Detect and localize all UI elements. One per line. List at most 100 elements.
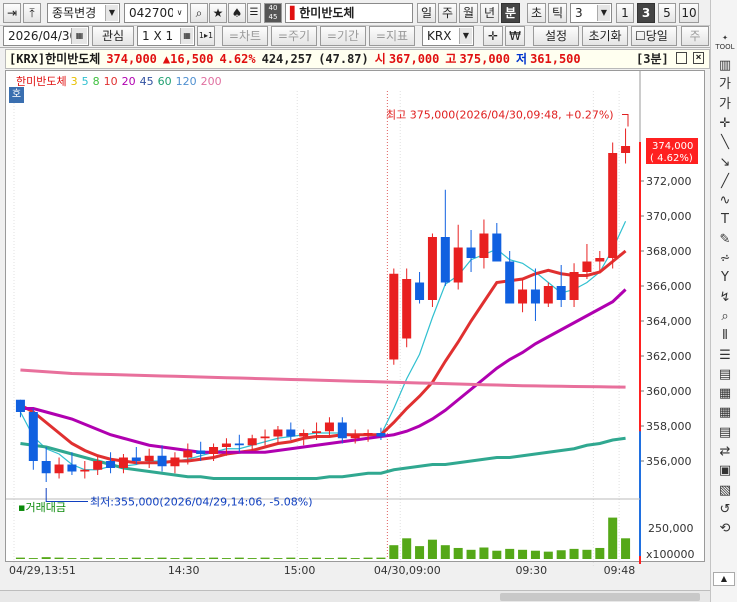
horizontal-scrollbar[interactable] [0,590,710,602]
settings-button[interactable]: 설정 [533,26,579,46]
step-1[interactable]: 1 [616,3,634,23]
volume-bar [505,548,515,559]
period-tick[interactable]: 틱 [548,3,567,23]
period-month[interactable]: 월 [459,3,478,23]
period-week[interactable]: 주 [438,3,457,23]
chart-button[interactable]: =차트 [222,26,268,46]
price-chart[interactable]: 356,000 358,000 360,000 362,000 364,000 366,0… [5,70,705,577]
pattern-icon[interactable]: ⩫ [715,249,735,269]
range-button[interactable]: =기간 [320,26,366,46]
candle-body [595,258,605,262]
reset-button[interactable]: 초기화 [582,26,628,46]
y-tick-label: 368,000 [646,245,692,258]
cycle-button[interactable]: =주기 [271,26,317,46]
line-icon[interactable]: ╲ [715,133,735,153]
step-10[interactable]: 10 [679,3,699,23]
doc-icon[interactable]: ▤ [715,423,735,443]
candle-body [157,455,167,467]
table-icon[interactable]: ▦ [715,384,735,404]
drawing-toolbar: ✦ TOOL ▥ 가 가 ✛ ╲ ↘ ╱ ∿ T ✎ ⩫ Y ↯ ⌕ ⫴ ☰ ▤ ▦ ▦ ▤ ⇄ ▣ ▧ ↺ ⟲ ▲ [710,0,737,602]
eraser-icon[interactable]: ✎ [715,230,735,250]
scroll-up-icon[interactable]: ▲ [713,572,735,586]
period-minute[interactable]: 분 [501,3,520,23]
candle-body [196,450,206,454]
volume-bar [221,558,231,559]
report-icon[interactable]: ▤ [715,365,735,385]
volume-bar [415,546,425,559]
mode-select[interactable]: 종목변경 ▼ [47,3,120,23]
period-year[interactable]: 년 [480,3,499,23]
interval-select[interactable]: 3 ▼ [570,3,612,23]
y-tick-label: 362,000 [646,350,692,363]
crosshair-icon[interactable]: ✛ [483,26,503,46]
candle-body [312,431,322,433]
today-toggle[interactable]: ☐당일 [631,26,677,46]
home-icon[interactable]: 호 [9,87,24,103]
volume-bar [608,517,618,559]
list-icon[interactable]: ☰ [715,346,735,366]
step-5[interactable]: 5 [658,3,676,23]
grid-icon[interactable]: ▦ [715,403,735,423]
volume-bar [118,558,128,559]
market-select[interactable]: KRX ▼ [422,26,474,46]
pin-icon[interactable]: ⤒ [23,3,41,23]
period-day[interactable]: 일 [417,3,436,23]
text-box-icon[interactable]: 가 [715,95,735,115]
candle-body [28,412,38,461]
undo-icon[interactable]: ↺ [715,500,735,520]
stock-name-field[interactable]: ▌한미반도체 [285,3,413,23]
star-icon[interactable]: ★ [209,3,227,23]
ma-line-200 [20,368,626,389]
volume-bar [183,557,193,559]
candle-body [363,433,373,435]
step-3[interactable]: 3 [637,3,655,23]
volume-bar [363,557,373,559]
prev-icon[interactable]: ⇥ [3,3,21,23]
window-icon[interactable] [676,52,687,64]
more-button[interactable]: 주 [681,26,709,46]
volume-bar [427,539,437,559]
chevron-down-icon: ▼ [105,5,118,21]
volume-tick-label: 250,000 [648,522,694,535]
diagonal-icon[interactable]: ╱ [715,172,735,192]
watch-button[interactable]: 관심 [92,26,134,46]
period-second[interactable]: 초 [527,3,546,23]
volume-bar [492,550,502,559]
trend-icon[interactable]: ∿ [715,191,735,211]
candle-body [93,461,103,470]
candle-body [260,436,270,439]
low-label: 저 [516,52,528,66]
bar-chart-icon[interactable]: ▥ [715,56,735,76]
list-icon[interactable]: ☰ [247,3,261,23]
tool-menu-icon[interactable]: ✦ TOOL [715,34,735,54]
image-icon[interactable]: ▣ [715,461,735,481]
scrollbar-thumb[interactable] [500,593,700,601]
legend-ma-45: 45 [139,75,154,88]
ray-icon[interactable]: ↘ [715,153,735,173]
chevron-down-icon: ▼ [597,5,610,21]
date-input[interactable]: 2026/04/30 ▦ [3,26,89,46]
text-tool-icon[interactable]: T [715,210,735,230]
layers-icon[interactable]: ▧ [715,481,735,501]
arrow-icon[interactable]: ↯ [715,288,735,308]
vertical-icon[interactable]: ⫴ [715,326,735,346]
volume-bar [543,551,553,559]
close-icon[interactable]: × [693,52,704,64]
krw-button[interactable]: ₩ [505,26,525,46]
crosshair-icon[interactable]: ✛ [715,114,735,134]
price-scale-bar-blue [639,431,641,556]
layout-select[interactable]: 1 X 1 ▦ [137,26,195,46]
fork-icon[interactable]: Y [715,268,735,288]
redo-icon[interactable]: ⟲ [715,519,735,539]
indicator-button[interactable]: =지표 [369,26,415,46]
updown-icon[interactable]: ♠ [228,3,246,23]
text-icon[interactable]: 가 [715,75,735,95]
zoom-icon[interactable]: ⌕ [715,307,735,327]
search-icon[interactable]: ⌕ [190,3,208,23]
switch-icon[interactable]: ⇄ [715,442,735,462]
one-to-one-button[interactable]: 1▸1 [197,26,215,46]
volume-bar [273,558,283,559]
candle-body [440,237,450,283]
code-input[interactable]: 042700 ∨ [124,3,188,23]
chart-canvas[interactable]: 356,000 358,000 360,000 362,000 364,000 366,0… [6,71,704,579]
